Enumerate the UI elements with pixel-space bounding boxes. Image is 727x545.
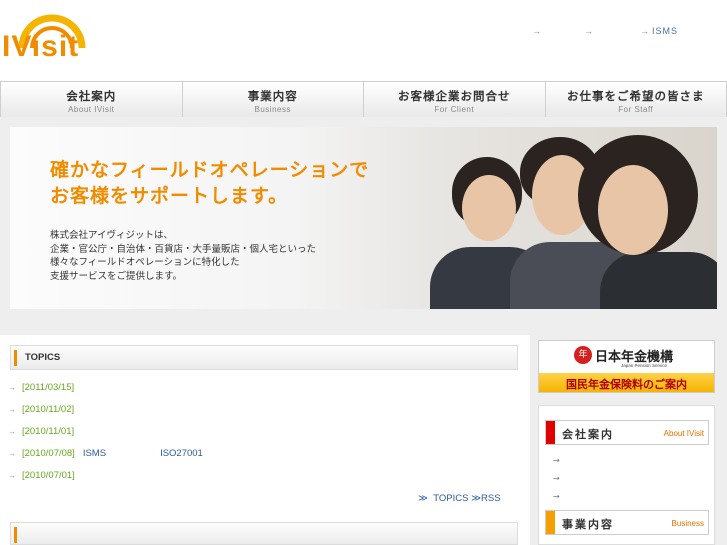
nav-item-client[interactable]: お客様企業お問合せ For Client bbox=[364, 82, 546, 118]
nav-sublabel: About IVisit bbox=[68, 105, 115, 114]
side-link-1[interactable]: → bbox=[553, 456, 560, 465]
secondary-panel-header bbox=[10, 522, 518, 545]
nav-sublabel: Business bbox=[254, 105, 291, 114]
nav-label: お客様企業お問合せ bbox=[398, 89, 511, 103]
topic-item[interactable]: → [2011/03/15] bbox=[8, 382, 82, 393]
logo-text: IVisit bbox=[2, 30, 80, 63]
arrow-right-icon: → bbox=[532, 26, 541, 36]
header-accent bbox=[14, 527, 17, 543]
topic-item[interactable]: → [2010/11/02] bbox=[8, 404, 82, 415]
arrow-right-icon: → bbox=[8, 471, 16, 480]
arrow-right-icon: → bbox=[584, 26, 593, 36]
section-accent bbox=[546, 421, 555, 444]
top-link-2[interactable]: → bbox=[584, 26, 596, 36]
main-nav: 会社案内 About IVisit 事業内容 Business お客様企業お問合… bbox=[0, 81, 727, 119]
side-link-2[interactable]: → bbox=[553, 474, 560, 483]
pension-logo-icon: 年 bbox=[574, 346, 592, 364]
arrow-right-icon: → bbox=[640, 26, 649, 36]
side-section-business[interactable]: 事業内容 Business bbox=[545, 510, 709, 535]
arrow-right-icon: → bbox=[8, 405, 16, 414]
hero-banner: 確かなフィールドオペレーションで お客様をサポートします。 株式会社アイヴィジッ… bbox=[10, 127, 717, 309]
top-link-1[interactable]: → bbox=[532, 26, 544, 36]
nav-label: お仕事をご希望の皆さま bbox=[567, 89, 705, 103]
nav-sublabel: For Client bbox=[434, 105, 475, 114]
arrow-right-icon: → bbox=[8, 449, 16, 458]
arrow-right-icon: → bbox=[8, 427, 16, 436]
pension-subtitle: 国民年金保険料のご案内 bbox=[566, 378, 687, 391]
side-menu: 会社案内 About IVisit → → → 事業内容 Business bbox=[538, 405, 715, 545]
nav-item-staff[interactable]: お仕事をご希望の皆さま For Staff bbox=[546, 82, 727, 118]
pension-banner[interactable]: 年 日本年金機構 Japan Pension Service 国民年金保険料のご… bbox=[538, 340, 715, 393]
topic-item[interactable]: → [2010/07/01] bbox=[8, 470, 83, 481]
topic-item[interactable]: → [2010/11/01] bbox=[8, 426, 82, 437]
nav-item-business[interactable]: 事業内容 Business bbox=[183, 82, 364, 118]
nav-label: 会社案内 bbox=[66, 89, 117, 103]
nav-item-about[interactable]: 会社案内 About IVisit bbox=[0, 82, 183, 118]
hero-body: 株式会社アイヴィジットは、 企業・官公庁・自治体・百貨店・大手量販店・個人宅とい… bbox=[50, 230, 317, 282]
nav-label: 事業内容 bbox=[247, 89, 298, 103]
nav-sublabel: For Staff bbox=[618, 105, 654, 114]
header-accent bbox=[14, 350, 17, 366]
topics-more-links: ≫ TOPICS ≫RSS bbox=[418, 493, 501, 504]
topics-title: TOPICS bbox=[25, 352, 61, 363]
section-accent bbox=[546, 511, 555, 534]
more-arrow-icon: ≫ bbox=[418, 493, 428, 504]
arrow-right-icon: → bbox=[8, 383, 16, 392]
rss-link[interactable]: ≫RSS bbox=[471, 493, 500, 504]
topics-header: TOPICS bbox=[10, 345, 518, 370]
side-link-3[interactable]: → bbox=[553, 492, 560, 501]
topic-item[interactable]: → [2010/07/08] ISMS ISO27001 bbox=[8, 448, 203, 459]
pension-en: Japan Pension Service bbox=[621, 363, 668, 368]
hero-headline: 確かなフィールドオペレーションで お客様をサポートします。 bbox=[50, 159, 370, 207]
top-link-isms[interactable]: → ISMS bbox=[640, 26, 678, 36]
topics-link[interactable]: TOPICS bbox=[433, 493, 468, 504]
side-section-about[interactable]: 会社案内 About IVisit bbox=[545, 420, 709, 445]
